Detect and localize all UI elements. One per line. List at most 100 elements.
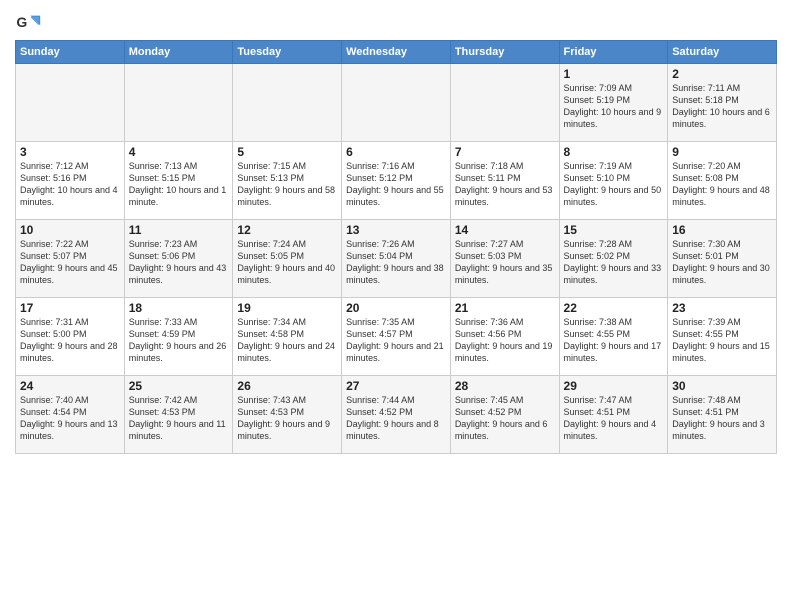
day-cell: 27Sunrise: 7:44 AM Sunset: 4:52 PM Dayli…: [342, 376, 451, 454]
day-cell: 3Sunrise: 7:12 AM Sunset: 5:16 PM Daylig…: [16, 142, 125, 220]
day-cell: 16Sunrise: 7:30 AM Sunset: 5:01 PM Dayli…: [668, 220, 777, 298]
day-info: Sunrise: 7:33 AM Sunset: 4:59 PM Dayligh…: [129, 316, 229, 365]
col-header-wednesday: Wednesday: [342, 41, 451, 64]
day-cell: [16, 64, 125, 142]
day-cell: 9Sunrise: 7:20 AM Sunset: 5:08 PM Daylig…: [668, 142, 777, 220]
day-info: Sunrise: 7:24 AM Sunset: 5:05 PM Dayligh…: [237, 238, 337, 287]
day-number: 24: [20, 379, 120, 393]
day-number: 15: [564, 223, 664, 237]
col-header-sunday: Sunday: [16, 41, 125, 64]
day-number: 23: [672, 301, 772, 315]
day-cell: 24Sunrise: 7:40 AM Sunset: 4:54 PM Dayli…: [16, 376, 125, 454]
day-number: 2: [672, 67, 772, 81]
col-header-friday: Friday: [559, 41, 668, 64]
day-cell: 1Sunrise: 7:09 AM Sunset: 5:19 PM Daylig…: [559, 64, 668, 142]
col-header-thursday: Thursday: [450, 41, 559, 64]
day-info: Sunrise: 7:22 AM Sunset: 5:07 PM Dayligh…: [20, 238, 120, 287]
day-cell: 14Sunrise: 7:27 AM Sunset: 5:03 PM Dayli…: [450, 220, 559, 298]
day-number: 30: [672, 379, 772, 393]
day-cell: 15Sunrise: 7:28 AM Sunset: 5:02 PM Dayli…: [559, 220, 668, 298]
day-info: Sunrise: 7:44 AM Sunset: 4:52 PM Dayligh…: [346, 394, 446, 443]
day-number: 19: [237, 301, 337, 315]
week-row-5: 24Sunrise: 7:40 AM Sunset: 4:54 PM Dayli…: [16, 376, 777, 454]
day-number: 14: [455, 223, 555, 237]
day-info: Sunrise: 7:45 AM Sunset: 4:52 PM Dayligh…: [455, 394, 555, 443]
logo: G: [15, 10, 47, 38]
day-info: Sunrise: 7:27 AM Sunset: 5:03 PM Dayligh…: [455, 238, 555, 287]
day-cell: 30Sunrise: 7:48 AM Sunset: 4:51 PM Dayli…: [668, 376, 777, 454]
day-number: 3: [20, 145, 120, 159]
day-cell: 21Sunrise: 7:36 AM Sunset: 4:56 PM Dayli…: [450, 298, 559, 376]
day-cell: 25Sunrise: 7:42 AM Sunset: 4:53 PM Dayli…: [124, 376, 233, 454]
day-number: 22: [564, 301, 664, 315]
day-number: 20: [346, 301, 446, 315]
day-number: 7: [455, 145, 555, 159]
day-cell: 10Sunrise: 7:22 AM Sunset: 5:07 PM Dayli…: [16, 220, 125, 298]
day-cell: 19Sunrise: 7:34 AM Sunset: 4:58 PM Dayli…: [233, 298, 342, 376]
day-info: Sunrise: 7:28 AM Sunset: 5:02 PM Dayligh…: [564, 238, 664, 287]
day-cell: 7Sunrise: 7:18 AM Sunset: 5:11 PM Daylig…: [450, 142, 559, 220]
day-number: 25: [129, 379, 229, 393]
day-number: 16: [672, 223, 772, 237]
day-info: Sunrise: 7:30 AM Sunset: 5:01 PM Dayligh…: [672, 238, 772, 287]
day-info: Sunrise: 7:31 AM Sunset: 5:00 PM Dayligh…: [20, 316, 120, 365]
day-number: 27: [346, 379, 446, 393]
day-number: 29: [564, 379, 664, 393]
day-cell: 2Sunrise: 7:11 AM Sunset: 5:18 PM Daylig…: [668, 64, 777, 142]
day-cell: [450, 64, 559, 142]
day-info: Sunrise: 7:34 AM Sunset: 4:58 PM Dayligh…: [237, 316, 337, 365]
week-row-1: 1Sunrise: 7:09 AM Sunset: 5:19 PM Daylig…: [16, 64, 777, 142]
svg-text:G: G: [16, 14, 27, 30]
day-number: 17: [20, 301, 120, 315]
day-number: 8: [564, 145, 664, 159]
day-number: 4: [129, 145, 229, 159]
day-number: 6: [346, 145, 446, 159]
header-row: SundayMondayTuesdayWednesdayThursdayFrid…: [16, 41, 777, 64]
day-number: 21: [455, 301, 555, 315]
day-info: Sunrise: 7:11 AM Sunset: 5:18 PM Dayligh…: [672, 82, 772, 131]
day-info: Sunrise: 7:48 AM Sunset: 4:51 PM Dayligh…: [672, 394, 772, 443]
day-cell: 26Sunrise: 7:43 AM Sunset: 4:53 PM Dayli…: [233, 376, 342, 454]
page-container: G SundayMondayTuesdayWednesdayThursdayFr…: [0, 0, 792, 459]
day-info: Sunrise: 7:43 AM Sunset: 4:53 PM Dayligh…: [237, 394, 337, 443]
day-number: 5: [237, 145, 337, 159]
week-row-3: 10Sunrise: 7:22 AM Sunset: 5:07 PM Dayli…: [16, 220, 777, 298]
day-number: 11: [129, 223, 229, 237]
day-cell: 11Sunrise: 7:23 AM Sunset: 5:06 PM Dayli…: [124, 220, 233, 298]
day-number: 10: [20, 223, 120, 237]
day-cell: 13Sunrise: 7:26 AM Sunset: 5:04 PM Dayli…: [342, 220, 451, 298]
col-header-saturday: Saturday: [668, 41, 777, 64]
day-info: Sunrise: 7:19 AM Sunset: 5:10 PM Dayligh…: [564, 160, 664, 209]
day-cell: 17Sunrise: 7:31 AM Sunset: 5:00 PM Dayli…: [16, 298, 125, 376]
day-number: 18: [129, 301, 229, 315]
day-cell: 22Sunrise: 7:38 AM Sunset: 4:55 PM Dayli…: [559, 298, 668, 376]
day-cell: [233, 64, 342, 142]
day-cell: 28Sunrise: 7:45 AM Sunset: 4:52 PM Dayli…: [450, 376, 559, 454]
day-info: Sunrise: 7:39 AM Sunset: 4:55 PM Dayligh…: [672, 316, 772, 365]
day-info: Sunrise: 7:36 AM Sunset: 4:56 PM Dayligh…: [455, 316, 555, 365]
day-info: Sunrise: 7:26 AM Sunset: 5:04 PM Dayligh…: [346, 238, 446, 287]
day-number: 1: [564, 67, 664, 81]
day-number: 12: [237, 223, 337, 237]
day-info: Sunrise: 7:16 AM Sunset: 5:12 PM Dayligh…: [346, 160, 446, 209]
week-row-4: 17Sunrise: 7:31 AM Sunset: 5:00 PM Dayli…: [16, 298, 777, 376]
day-info: Sunrise: 7:47 AM Sunset: 4:51 PM Dayligh…: [564, 394, 664, 443]
col-header-monday: Monday: [124, 41, 233, 64]
day-cell: 20Sunrise: 7:35 AM Sunset: 4:57 PM Dayli…: [342, 298, 451, 376]
day-info: Sunrise: 7:38 AM Sunset: 4:55 PM Dayligh…: [564, 316, 664, 365]
day-cell: 12Sunrise: 7:24 AM Sunset: 5:05 PM Dayli…: [233, 220, 342, 298]
day-info: Sunrise: 7:23 AM Sunset: 5:06 PM Dayligh…: [129, 238, 229, 287]
day-cell: 23Sunrise: 7:39 AM Sunset: 4:55 PM Dayli…: [668, 298, 777, 376]
day-number: 9: [672, 145, 772, 159]
day-number: 26: [237, 379, 337, 393]
day-info: Sunrise: 7:15 AM Sunset: 5:13 PM Dayligh…: [237, 160, 337, 209]
col-header-tuesday: Tuesday: [233, 41, 342, 64]
day-info: Sunrise: 7:18 AM Sunset: 5:11 PM Dayligh…: [455, 160, 555, 209]
day-info: Sunrise: 7:12 AM Sunset: 5:16 PM Dayligh…: [20, 160, 120, 209]
day-cell: [124, 64, 233, 142]
day-cell: 6Sunrise: 7:16 AM Sunset: 5:12 PM Daylig…: [342, 142, 451, 220]
day-info: Sunrise: 7:09 AM Sunset: 5:19 PM Dayligh…: [564, 82, 664, 131]
day-info: Sunrise: 7:40 AM Sunset: 4:54 PM Dayligh…: [20, 394, 120, 443]
day-cell: 4Sunrise: 7:13 AM Sunset: 5:15 PM Daylig…: [124, 142, 233, 220]
calendar-table: SundayMondayTuesdayWednesdayThursdayFrid…: [15, 40, 777, 454]
